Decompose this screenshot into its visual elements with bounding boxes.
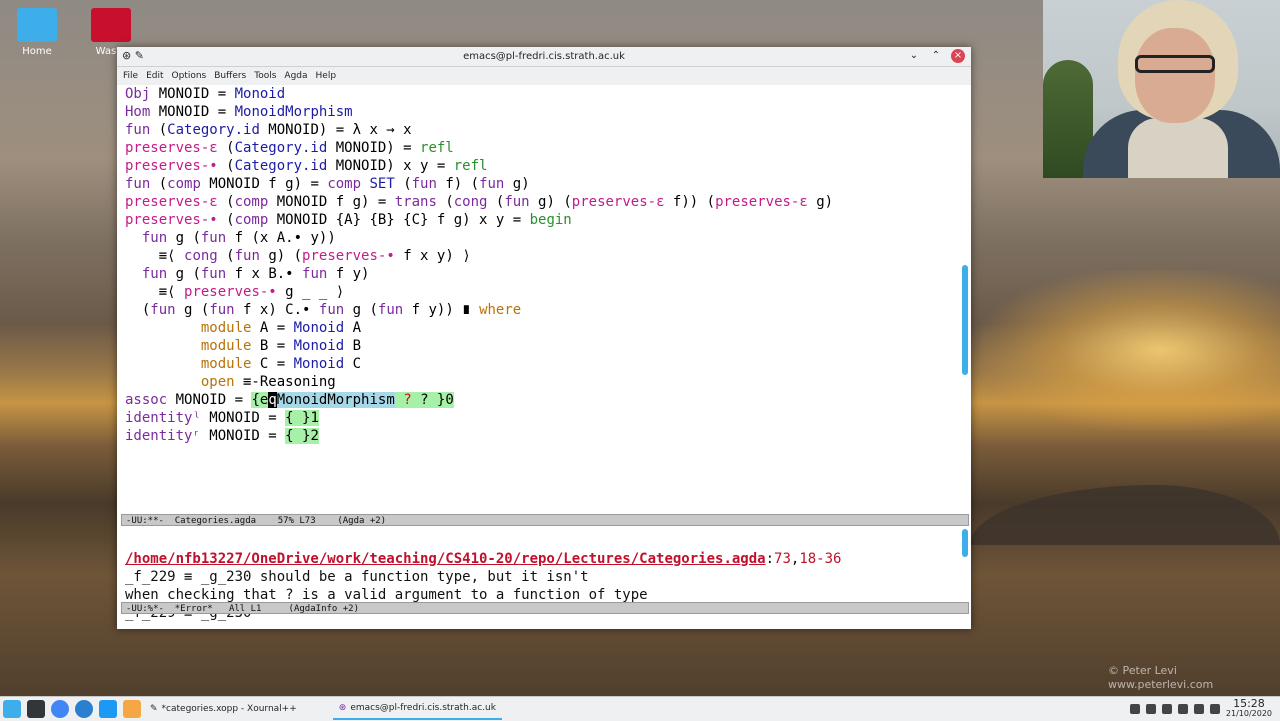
skype-icon[interactable] [75,700,93,718]
network-icon[interactable] [1129,704,1140,714]
editor-modeline: -UU:**- Categories.agda 57% L73 (Agda +2… [121,514,969,526]
wallpaper-credit-line: www.peterlevi.com [1108,678,1214,691]
menu-options[interactable]: Options [172,71,207,81]
code-line[interactable]: open ≡-Reasoning [125,373,963,391]
error-line-number[interactable]: 73 [774,551,791,567]
xournal-icon: ✎ [150,704,158,714]
maximize-chevron-up-icon[interactable]: ⌃ [929,49,943,63]
code-line[interactable]: ≡⟨ cong (fun g) (preserves-• f x y) ⟩ [125,247,963,265]
menu-bar: File Edit Options Buffers Tools Agda Hel… [117,67,971,85]
code-line[interactable]: preserves-• (Category.id MONOID) x y = r… [125,157,963,175]
wifi-icon[interactable] [1161,704,1172,714]
task-label: emacs@pl-fredri.cis.strath.ac.uk [350,703,496,713]
error-column-range[interactable]: 18-36 [799,551,841,567]
code-line[interactable]: fun (comp MONOID f g) = comp SET (fun f)… [125,175,963,193]
webcam-hoodie-stripe [1128,118,1228,178]
code-line[interactable]: preserves-• (comp MONOID {A} {B} {C} f g… [125,211,963,229]
home-folder-icon [17,8,57,42]
battery-icon[interactable] [1193,704,1204,714]
code-line[interactable]: module B = Monoid B [125,337,963,355]
error-message: _f_229 ≡ _g_230 should be a function typ… [125,569,589,585]
emacs-icon: ⊛ [338,703,347,713]
menu-help[interactable]: Help [316,71,337,81]
taskbar: ✎ *categories.xopp - Xournal++ ⊛ emacs@p… [0,696,1280,721]
webcam-feed [1043,0,1280,178]
code-line[interactable]: Hom MONOID = MonoidMorphism [125,103,963,121]
bluetooth-icon[interactable] [1145,704,1156,714]
menu-agda[interactable]: Agda [284,71,307,81]
wallpaper-sun-glow [980,270,1280,430]
menu-buffers[interactable]: Buffers [214,71,246,81]
error-scrollbar[interactable] [962,529,968,557]
error-path-link[interactable]: /home/nfb13227/OneDrive/work/teaching/CS… [125,551,766,567]
code-line[interactable]: assoc MONOID = {eqMonoidMorphism ? ? }0 [125,391,963,409]
code-line[interactable]: preserves-ε (comp MONOID f g) = trans (c… [125,193,963,211]
keyboard-layout-icon[interactable] [1209,704,1220,714]
volume-icon[interactable] [1177,704,1188,714]
minimize-chevron-down-icon[interactable]: ⌄ [907,49,921,63]
menu-tools[interactable]: Tools [254,71,276,81]
webcam-glasses [1135,55,1215,73]
code-line[interactable]: fun g (fun f x B.• fun f y) [125,265,963,283]
emacs-window: ⊛ ✎ emacs@pl-fredri.cis.strath.ac.uk ⌄ ⌃… [117,47,971,629]
system-tray: 15:28 21/10/2020 [1129,697,1280,719]
code-line[interactable]: identityʳ MONOID = { }2 [125,427,963,445]
code-line[interactable]: ≡⟨ preserves-• g _ _ ⟩ [125,283,963,301]
clock-date: 21/10/2020 [1225,709,1272,718]
task-xournal[interactable]: ✎ *categories.xopp - Xournal++ [144,698,303,720]
trash-icon [91,8,131,42]
file-manager-icon[interactable] [99,700,117,718]
terminal-icon[interactable] [27,700,45,718]
code-line[interactable]: fun g (fun f (x A.• y)) [125,229,963,247]
window-title: emacs@pl-fredri.cis.strath.ac.uk [463,51,625,62]
clock-time: 15:28 [1233,697,1265,710]
task-label: *categories.xopp - Xournal++ [161,704,297,714]
menu-file[interactable]: File [123,71,138,81]
code-line[interactable]: identityˡ MONOID = { }1 [125,409,963,427]
wallpaper-hills [970,485,1280,545]
code-line[interactable]: fun (Category.id MONOID) = λ x → x [125,121,963,139]
code-line[interactable]: preserves-ε (Category.id MONOID) = refl [125,139,963,157]
error-pane[interactable]: /home/nfb13227/OneDrive/work/teaching/CS… [117,532,963,621]
wallpaper-credit: © Peter Levi www.peterlevi.com [1108,664,1213,692]
xournal-icon[interactable] [123,700,141,718]
code-line[interactable]: module A = Monoid A [125,319,963,337]
code-editor[interactable]: Obj MONOID = Monoid Hom MONOID = MonoidMo… [117,85,963,517]
close-icon[interactable]: × [951,49,965,63]
desktop-icon-home[interactable]: Home [2,8,72,57]
code-line[interactable]: Obj MONOID = Monoid [125,85,963,103]
desktop-icon-label: Home [22,46,52,57]
error-modeline: -UU:%*- *Error* All L1 (AgdaInfo +2) [121,602,969,614]
app-launcher-icon[interactable] [3,700,21,718]
clock[interactable]: 15:28 21/10/2020 [1225,697,1272,719]
wallpaper-credit-line: © Peter Levi [1108,664,1177,677]
code-line[interactable]: module C = Monoid C [125,355,963,373]
menu-edit[interactable]: Edit [146,71,163,81]
code-line[interactable]: (fun g (fun f x) C.• fun g (fun f y)) ∎ … [125,301,963,319]
editor-scrollbar[interactable] [962,265,968,375]
chrome-icon[interactable] [51,700,69,718]
webcam-face [1135,28,1215,123]
window-titlebar[interactable]: ⊛ ✎ emacs@pl-fredri.cis.strath.ac.uk ⌄ ⌃… [117,47,971,67]
task-emacs[interactable]: ⊛ emacs@pl-fredri.cis.strath.ac.uk [332,698,502,720]
